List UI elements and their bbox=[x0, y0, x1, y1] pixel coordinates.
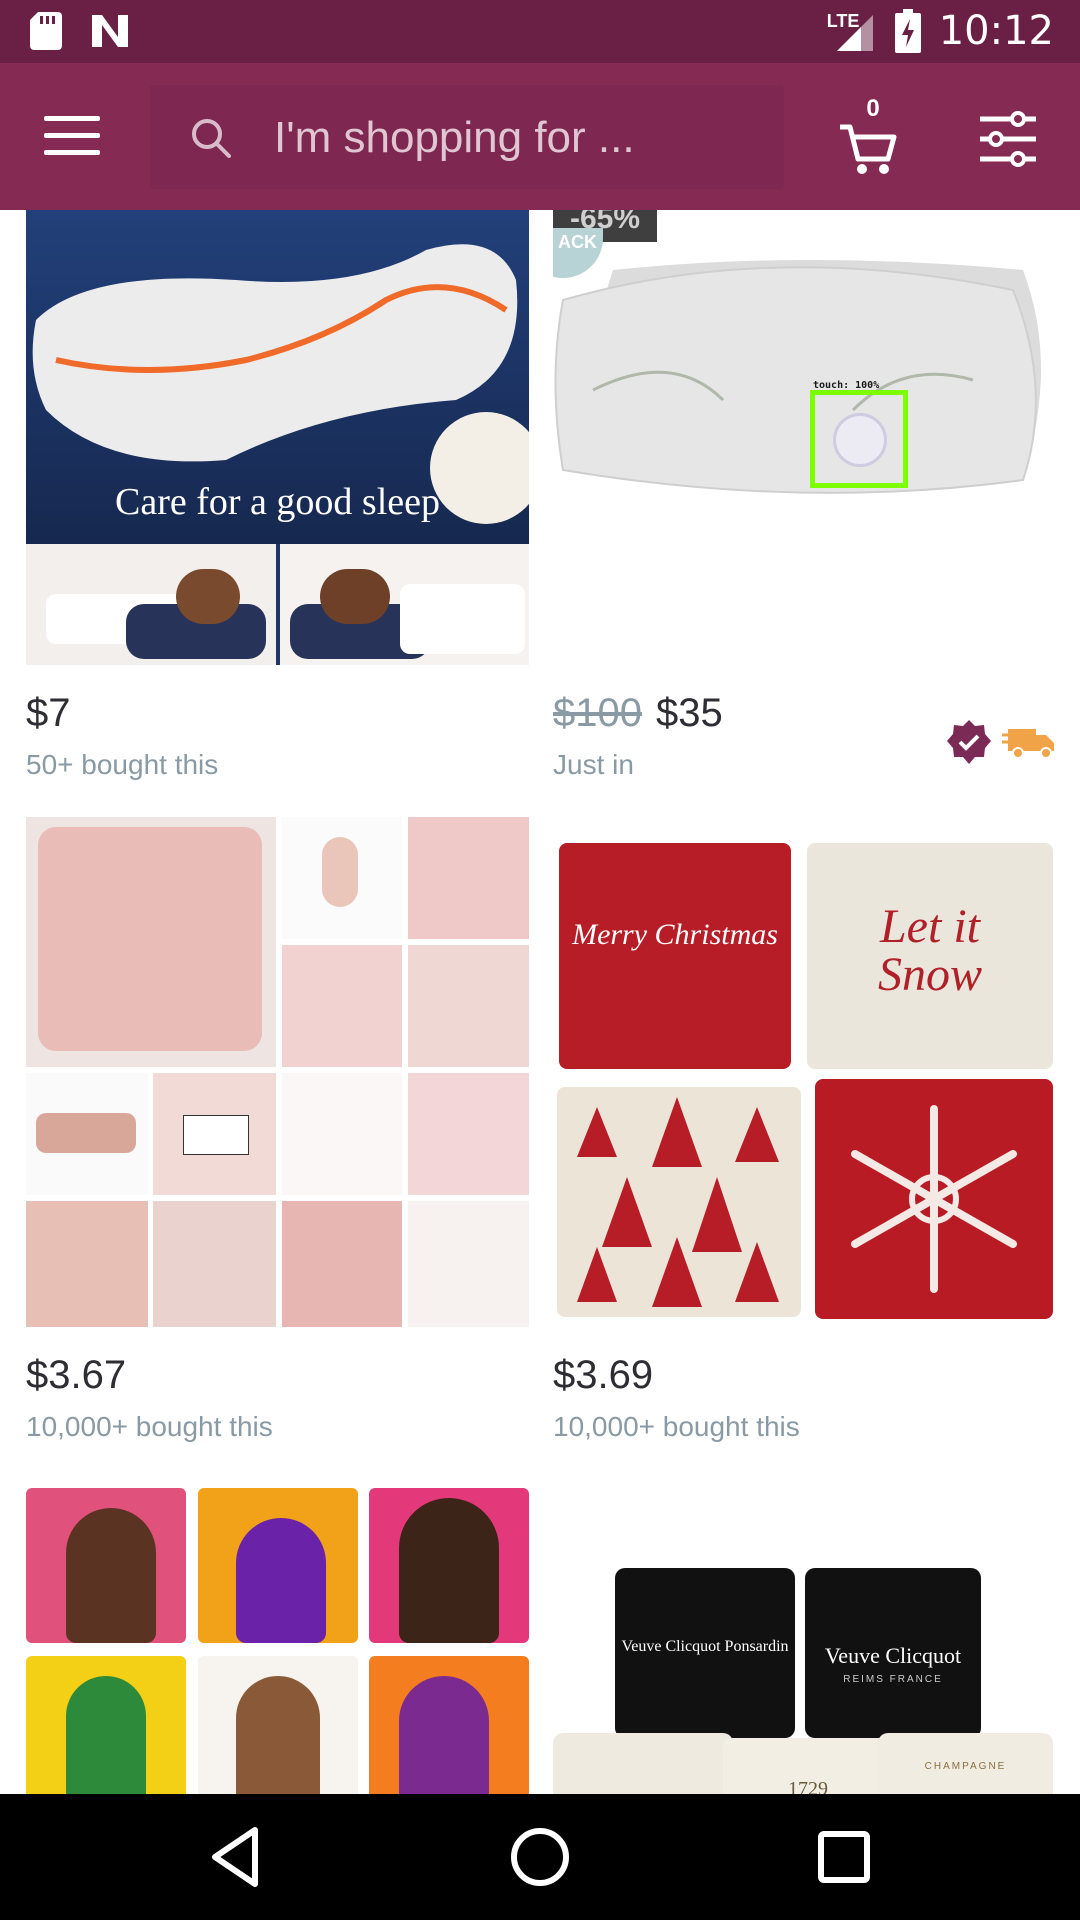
status-bar: LTE 10:12 bbox=[0, 0, 1080, 63]
product-price: $3.67 bbox=[26, 1353, 127, 1397]
recents-icon[interactable] bbox=[811, 1824, 877, 1890]
shipping-truck-icon[interactable] bbox=[1002, 725, 1056, 759]
signal-icon: LTE bbox=[827, 9, 877, 53]
pillow-text: Veuve Clicquot bbox=[824, 1643, 962, 1668]
touch-label: touch: 100% bbox=[813, 380, 880, 391]
search-bar[interactable] bbox=[150, 85, 784, 189]
touch-indicator bbox=[810, 390, 908, 488]
original-price: $100 bbox=[553, 691, 642, 735]
product-subtitle: 50+ bought this bbox=[26, 749, 219, 780]
product-image[interactable]: -65% ACK touch: 100% bbox=[553, 210, 1056, 665]
pillow-text: Veuve Clicquot Ponsardin bbox=[621, 1638, 789, 1655]
n-logo-icon bbox=[92, 15, 128, 47]
search-input[interactable] bbox=[272, 105, 756, 171]
pillow-text: CHAMPAGNE bbox=[924, 1761, 1007, 1772]
pillow-text: Let it Snow bbox=[877, 900, 982, 1001]
clock: 10:12 bbox=[938, 8, 1054, 54]
home-icon[interactable] bbox=[507, 1824, 573, 1890]
sd-card-icon bbox=[30, 12, 62, 50]
product-subtitle: 10,000+ bought this bbox=[553, 1411, 800, 1442]
filter-icon bbox=[980, 111, 1036, 167]
product-image[interactable] bbox=[26, 1488, 529, 1794]
verified-icon[interactable] bbox=[946, 719, 992, 765]
navigation-bar bbox=[0, 1794, 1080, 1920]
product-image[interactable] bbox=[26, 817, 529, 1327]
product-image[interactable]: Care for a good sleep bbox=[26, 210, 529, 665]
pillow-text: 1729 bbox=[788, 1778, 828, 1794]
product-card[interactable]: Veuve Clicquot Ponsardin Veuve Clicquot … bbox=[553, 1488, 1056, 1794]
product-card[interactable]: Merry Christmas Let it Snow $3.69 10,000… bbox=[553, 817, 1056, 1443]
app-bar: 0 bbox=[0, 63, 1080, 210]
product-subtitle: 10,000+ bought this bbox=[26, 1411, 273, 1442]
pillow-text: Merry Christmas bbox=[572, 918, 778, 951]
search-icon bbox=[192, 119, 231, 158]
pillow-text: REIMS FRANCE bbox=[843, 1674, 943, 1685]
pillow-image bbox=[554, 260, 1041, 494]
product-image[interactable]: Veuve Clicquot Ponsardin Veuve Clicquot … bbox=[553, 1488, 1056, 1794]
menu-icon[interactable] bbox=[44, 116, 100, 158]
battery-charging-icon bbox=[894, 9, 921, 53]
product-price: $7 bbox=[26, 691, 71, 735]
image-caption: Care for a good sleep bbox=[115, 481, 440, 523]
product-card[interactable]: $3.67 10,000+ bought this bbox=[26, 817, 529, 1443]
product-card[interactable] bbox=[26, 1488, 529, 1794]
product-card[interactable]: Care for a good sleep $7 50+ bought this bbox=[26, 210, 529, 781]
back-icon[interactable] bbox=[203, 1824, 269, 1890]
product-card[interactable]: -65% ACK touch: 100% $100 $35 Just in bbox=[553, 210, 1056, 781]
product-price: $3.69 bbox=[553, 1353, 654, 1397]
cart-icon bbox=[840, 124, 897, 174]
product-feed[interactable]: Care for a good sleep $7 50+ bought this… bbox=[0, 210, 1080, 1794]
cart-button[interactable]: 0 bbox=[838, 95, 908, 181]
product-image[interactable]: Merry Christmas Let it Snow bbox=[553, 817, 1056, 1327]
filter-button[interactable] bbox=[978, 111, 1038, 167]
